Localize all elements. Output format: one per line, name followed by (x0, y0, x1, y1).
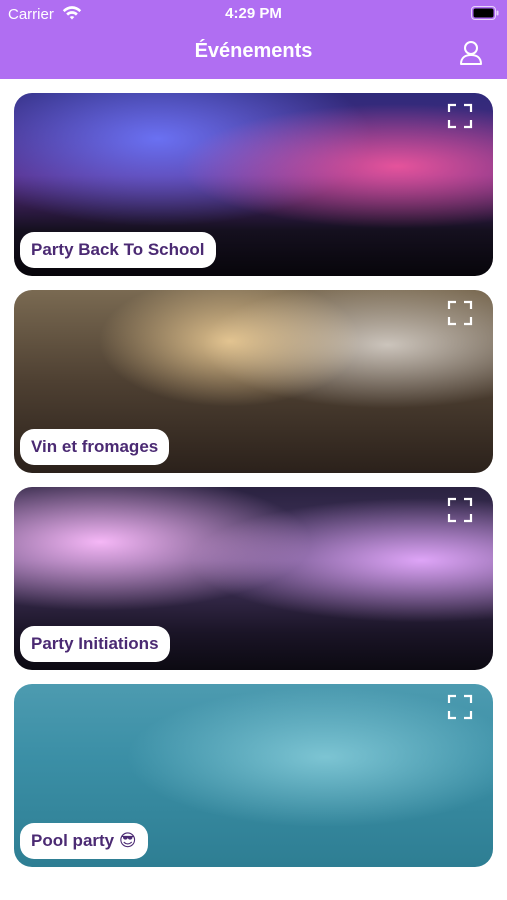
profile-icon[interactable] (459, 40, 483, 66)
fullscreen-icon[interactable] (447, 694, 473, 720)
top-bar: Carrier 4:29 PM Événements (0, 0, 507, 79)
event-title: Vin et fromages (20, 429, 170, 465)
clock: 4:29 PM (225, 5, 282, 22)
fullscreen-icon[interactable] (447, 103, 473, 129)
event-card[interactable]: Pool party 😎 (14, 684, 493, 867)
battery-icon (471, 6, 499, 20)
status-bar: Carrier 4:29 PM (0, 0, 507, 28)
fullscreen-icon[interactable] (447, 497, 473, 523)
event-card[interactable]: Vin et fromages (14, 290, 493, 473)
event-list: Party Back To School Vin et fromages Par… (14, 93, 493, 881)
event-title: Party Back To School (20, 232, 216, 268)
fullscreen-icon[interactable] (447, 300, 473, 326)
event-card[interactable]: Party Initiations (14, 487, 493, 670)
event-card[interactable]: Party Back To School (14, 93, 493, 276)
page-title: Événements (194, 40, 313, 62)
event-title: Party Initiations (20, 626, 170, 662)
event-title: Pool party 😎 (20, 823, 148, 859)
